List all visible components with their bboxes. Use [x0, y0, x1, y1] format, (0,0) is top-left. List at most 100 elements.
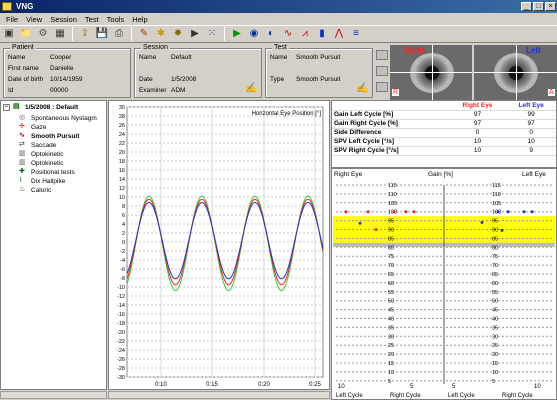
menu-file[interactable]: File — [2, 15, 22, 24]
y-tick-label: -2 — [120, 249, 125, 255]
bars-icon[interactable]: ▮ — [315, 27, 329, 41]
patient-id-value: 00000 — [50, 87, 69, 94]
left-eye-mark[interactable]: A — [548, 89, 555, 96]
maximize-button[interactable]: □ — [533, 2, 544, 11]
y-tick-label: -18 — [117, 321, 125, 327]
folders-icon[interactable]: 📁 — [19, 27, 33, 41]
menu-test[interactable]: Test — [81, 15, 103, 24]
test-group: Test Name Smooth Pursuit Type Smooth Pur… — [265, 44, 373, 98]
session-examiner-label: Examiner — [139, 87, 167, 94]
save-icon[interactable]: 💾 — [95, 27, 109, 41]
gain-tick-label: 50 — [492, 299, 498, 305]
signature-icon[interactable]: ✍ — [245, 83, 257, 94]
tree-item-label: Optokinetic — [31, 159, 64, 167]
right-eye-mark[interactable]: R — [392, 89, 400, 96]
camera-option-button[interactable] — [376, 66, 388, 76]
wave-icon[interactable]: ∿ — [281, 27, 295, 41]
pen-icon[interactable]: ✎ — [137, 27, 151, 41]
y-tick-label: 10 — [119, 195, 125, 201]
tree-item[interactable]: ✚ Positional tests — [19, 168, 75, 176]
y-tick-label: -6 — [120, 267, 125, 273]
table-row: Side Difference 0 0 — [332, 128, 556, 138]
x-tick-label: 0:10 — [155, 382, 167, 388]
toolbar-separator — [131, 27, 132, 41]
menu-session[interactable]: Session — [46, 15, 81, 24]
gain-tick-label: 45 — [388, 308, 394, 314]
spike-icon[interactable]: ⩘ — [298, 27, 312, 41]
patient-first-value: Danielle — [50, 65, 74, 72]
window-icon[interactable]: ▣ — [2, 27, 16, 41]
tree-item-label: Positional tests — [31, 168, 75, 176]
gain-tick-label: 90 — [492, 228, 498, 234]
session-icon: ▤ — [13, 103, 20, 110]
row-value: 97 — [448, 119, 507, 129]
chart-scrollbar[interactable] — [108, 391, 330, 399]
tree-item[interactable]: ✛ Gaze — [19, 123, 47, 131]
tree-item[interactable]: ♨ Caloric — [19, 186, 51, 194]
signature-icon[interactable]: ✍ — [356, 83, 368, 94]
y-tick-label: -30 — [117, 375, 125, 381]
crosshair — [432, 45, 433, 100]
row-value: 0 — [448, 128, 507, 138]
camera-icon[interactable]: ▶ — [188, 27, 202, 41]
tree-item-label: Caloric — [31, 186, 52, 194]
gain-tick-label: 100 — [492, 210, 501, 216]
tree-item[interactable]: ∿ Smooth Pursuit — [19, 132, 79, 140]
gain-tick-label: 50 — [388, 299, 394, 305]
gears-icon[interactable]: ⚙ — [36, 27, 50, 41]
tree-item[interactable]: ◎ Spontaneous Nystagm — [19, 114, 97, 122]
tree-root[interactable]: − ▤ 1/5/2008 : Default — [3, 103, 78, 111]
menu-help[interactable]: Help — [128, 15, 151, 24]
dots-icon[interactable]: ⁙ — [205, 27, 219, 41]
print-icon[interactable]: ⎙ — [112, 27, 126, 41]
menu-view[interactable]: View — [22, 15, 46, 24]
camera-option-button[interactable] — [376, 82, 388, 92]
test-name-value: Smooth Pursuit — [296, 54, 341, 61]
gain-x-tick: 5 — [410, 384, 414, 390]
menu-tools[interactable]: Tools — [103, 15, 129, 24]
gain-point — [412, 210, 416, 214]
collapse-icon[interactable]: − — [3, 103, 10, 111]
chart-title: Horizontal Eye Position [°] — [252, 111, 322, 117]
gain-x-label: Right Cycle — [390, 393, 421, 399]
window-title: VNG — [16, 2, 34, 11]
row-label: Gain Right Cycle [%] — [332, 119, 449, 129]
tree-item[interactable]: ▥ Optokinetic — [19, 159, 64, 167]
y-tick-label: 24 — [119, 132, 125, 138]
eye-position-chart: 30 28 26 24 22 20 18 16 14 12 10 8 6 4 2 0 -2 -4 -6 -8 -10 -1… — [108, 100, 330, 390]
tree-scrollbar[interactable] — [0, 391, 107, 399]
stripes-icon[interactable]: ≡ — [349, 27, 363, 41]
tree-item[interactable]: ▥ Optokinetic — [19, 150, 64, 158]
zigzag-icon[interactable]: ⋀ — [332, 27, 346, 41]
gain-tick-label: 85 — [492, 236, 498, 242]
gain-tick-label: 40 — [492, 317, 498, 323]
gain-tick-label: 105 — [492, 201, 501, 207]
test-icon: ⇄ — [19, 141, 25, 148]
gain-tick-label: 60 — [388, 281, 394, 287]
session-group: Session Name Default Date 1/5/2008 Exami… — [134, 44, 262, 98]
gain-tick-label: 55 — [492, 290, 498, 296]
gain-point — [506, 210, 510, 214]
gain-tick-label: 15 — [388, 361, 394, 367]
eye-icon[interactable]: ◉ — [247, 27, 261, 41]
table-icon[interactable]: ▦ — [53, 27, 67, 41]
gain-tick-label: 95 — [492, 219, 498, 225]
export-icon[interactable]: ⇪ — [78, 27, 92, 41]
play-icon[interactable]: ▶ — [230, 27, 244, 41]
record-icon[interactable]: ◐ — [264, 27, 278, 41]
star-icon[interactable]: ✸ — [171, 27, 185, 41]
y-tick-label: 26 — [119, 123, 125, 129]
session-name-label: Name — [139, 54, 157, 61]
camera-option-button[interactable] — [376, 50, 388, 60]
tree-item[interactable]: ⇄ Saccade — [19, 141, 56, 149]
close-button[interactable]: × — [545, 2, 556, 11]
bulb-icon[interactable]: ✱ — [154, 27, 168, 41]
right-eye-camera: Right R — [390, 45, 472, 100]
menu-bar: File View Session Test Tools Help — [0, 13, 557, 25]
tree-item[interactable]: ⌇ Dix Hallpike — [19, 177, 65, 185]
gain-tick-label: 75 — [388, 254, 394, 260]
right-eye-label: Right — [404, 46, 425, 55]
gain-chart: Right Eye Gain [%] Left Eye 115 115 110 110… — [331, 168, 557, 400]
gain-x-label: Left Cycle — [336, 393, 363, 399]
minimize-button[interactable]: _ — [521, 2, 532, 11]
